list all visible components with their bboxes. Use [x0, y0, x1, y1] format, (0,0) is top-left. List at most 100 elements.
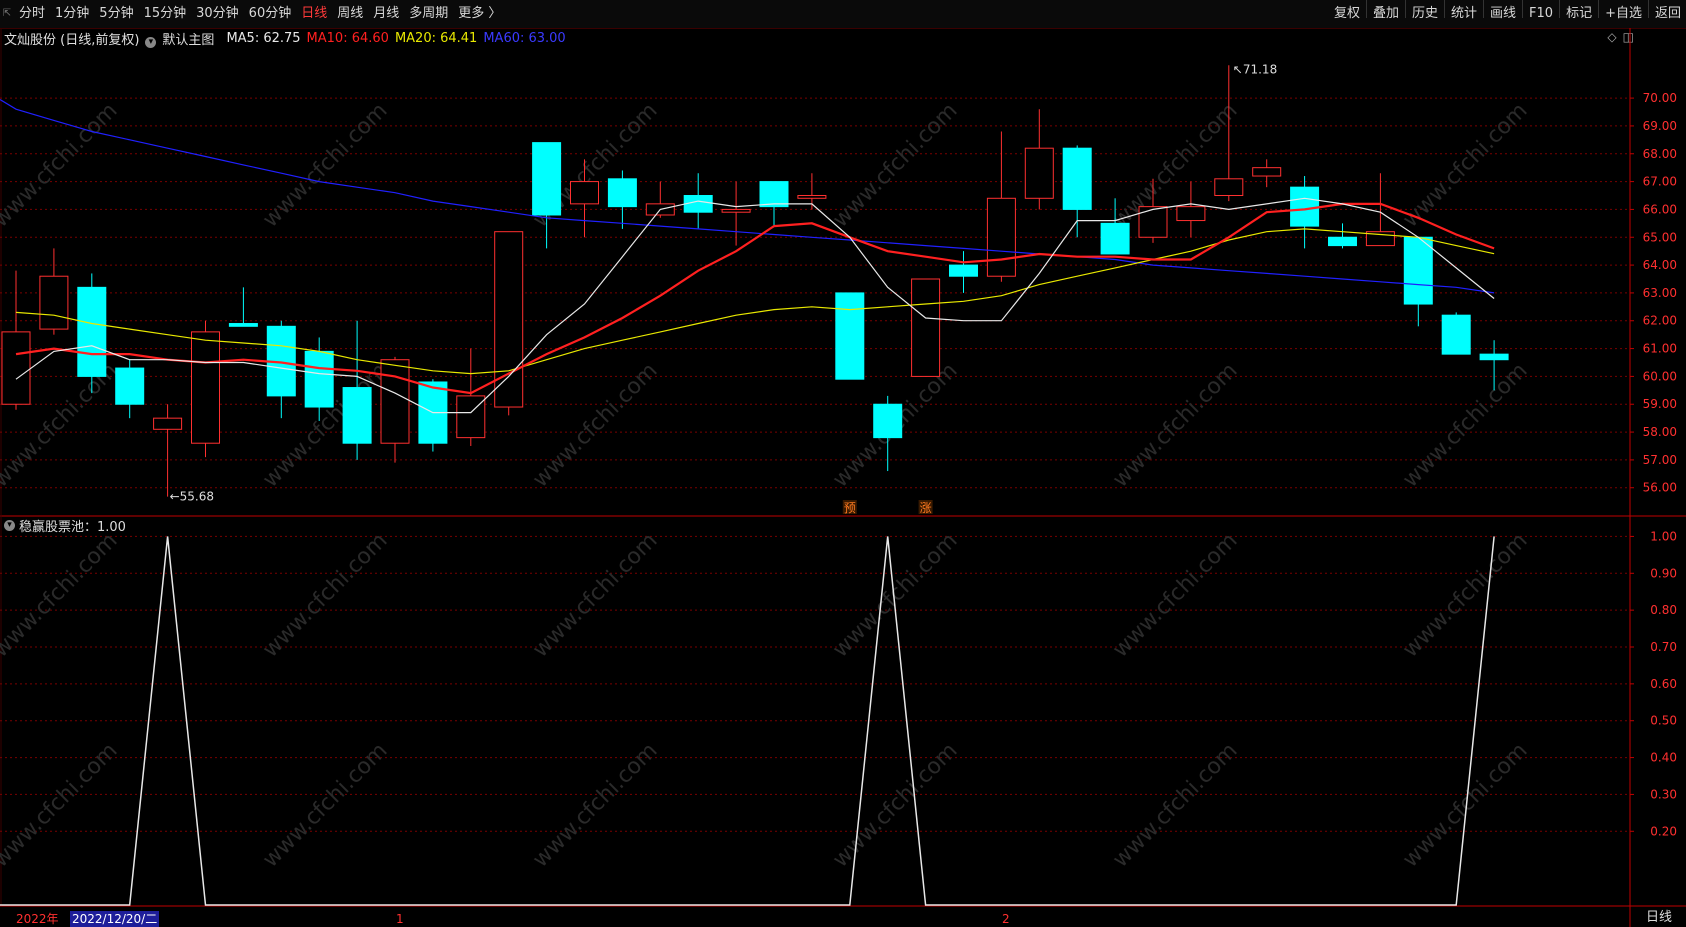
price-tick-label: 57.00	[1643, 453, 1677, 467]
watermark: www.cfchi.com	[1108, 358, 1242, 492]
candle-body	[607, 178, 637, 208]
period-tab-1[interactable]: 1分钟	[50, 0, 94, 28]
period-tab-0[interactable]: 分时	[14, 0, 50, 28]
period-tab-8[interactable]: 月线	[368, 0, 404, 28]
chart-tools-icons: ◇ ◫	[1607, 30, 1634, 44]
candle-body	[1024, 147, 1054, 199]
tools-bar: 复权 叠加 历史 统计 画线 F10 标记 +自选 返回	[1329, 0, 1686, 28]
template-label: 默认主图	[162, 32, 215, 48]
candle-body	[342, 387, 372, 444]
candle-body	[77, 286, 107, 377]
stock-name[interactable]: 文灿股份 (日线,前复权)	[4, 29, 139, 48]
price-tick-label: 64.00	[1643, 258, 1677, 272]
watermark: www.cfchi.com	[528, 98, 662, 232]
indicator-tick-label: 0.50	[1650, 714, 1677, 728]
tool-button-2[interactable]: 历史	[1407, 0, 1443, 28]
candle-body	[1290, 186, 1320, 227]
down-candle	[759, 181, 789, 227]
watermark: www.cfchi.com	[1398, 528, 1532, 662]
indicator-line	[0, 536, 1495, 906]
tool-button-1[interactable]: 叠加	[1368, 0, 1404, 28]
toolbar-separator	[1647, 0, 1649, 18]
indicator-tick-label: 0.80	[1650, 603, 1677, 617]
down-candle	[873, 395, 903, 472]
indicator-tick-label: 0.30	[1650, 787, 1677, 801]
candle-body	[1328, 236, 1357, 247]
toolbar-separator	[1559, 0, 1561, 18]
dropdown-icon[interactable]: ▾	[4, 519, 15, 531]
watermark: www.cfchi.com	[1398, 98, 1532, 232]
period-tab[interactable]: 日线	[1646, 910, 1672, 926]
tool-button-4[interactable]: 画线	[1485, 0, 1521, 28]
tool-button-8[interactable]: 返回	[1650, 0, 1686, 28]
ma20-label: MA20: 64.41	[394, 30, 478, 46]
period-tab-4[interactable]: 30分钟	[191, 0, 244, 28]
period-tab-3[interactable]: 15分钟	[139, 0, 192, 28]
candle-body	[1100, 222, 1130, 255]
period-tab-9[interactable]: 多周期	[404, 0, 453, 28]
up-candle	[1138, 178, 1168, 243]
indicator-tick-label: 0.70	[1650, 640, 1677, 654]
candle-body	[911, 278, 941, 377]
tool-button-5[interactable]: F10	[1524, 0, 1558, 28]
watermark: www.cfchi.com	[1108, 738, 1242, 872]
down-candle	[1062, 145, 1092, 238]
ma5-label: MA5: 62.75	[226, 30, 301, 46]
up-candle	[570, 159, 599, 238]
candle-body	[494, 231, 524, 408]
period-tab-2[interactable]: 5分钟	[94, 0, 138, 28]
tool-button-7[interactable]: +自选	[1600, 0, 1647, 28]
month-2-label: 2	[1002, 912, 1010, 926]
price-tick-label: 68.00	[1643, 147, 1677, 161]
up-candle	[1214, 65, 1244, 202]
candle-body	[949, 264, 978, 277]
down-candle	[77, 273, 107, 394]
window-icon[interactable]: ◫	[1623, 30, 1634, 44]
down-candle	[1479, 340, 1509, 391]
down-candle	[607, 170, 637, 229]
chart-canvas[interactable]: www.cfchi.com www.cfchi.com www.cfchi.com w…	[0, 0, 1686, 927]
candle-body	[1062, 147, 1092, 210]
indicator-tick-label: 0.90	[1650, 566, 1677, 580]
ma10-line	[15, 202, 1495, 395]
watermark: www.cfchi.com	[1108, 528, 1242, 662]
price-tick-label: 69.00	[1643, 119, 1677, 133]
watermark: www.cfchi.com	[1108, 98, 1242, 232]
period-tab-10[interactable]: 更多 〉	[453, 0, 506, 28]
up-candle	[1024, 109, 1054, 210]
top-toolbar: ⇱ 分时 1分钟 5分钟 15分钟 30分钟 60分钟 日线 周线 月线 多周期 更多 〉 复权 叠加…	[0, 0, 1686, 29]
tool-button-6[interactable]: 标记	[1561, 0, 1597, 28]
toolbar-separator	[1444, 0, 1445, 18]
tool-button-3[interactable]: 统计	[1446, 0, 1482, 28]
watermark: www.cfchi.com	[828, 98, 962, 232]
up-candle	[380, 356, 410, 463]
price-tick-label: 59.00	[1643, 397, 1677, 411]
candle-body	[304, 350, 334, 408]
watermark: www.cfchi.com	[528, 738, 662, 872]
down-candle	[115, 359, 145, 419]
candle-body	[1403, 236, 1433, 305]
up-candle	[797, 173, 827, 210]
up-candle	[1176, 181, 1206, 238]
period-tab-5[interactable]: 60分钟	[244, 0, 297, 28]
period-tab-7[interactable]: 周线	[332, 0, 368, 28]
candle-body	[1138, 206, 1168, 238]
diamond-icon[interactable]: ◇	[1607, 30, 1616, 44]
toolbar-separator	[1598, 0, 1600, 18]
template-selector[interactable]: ▾ 默认主图	[145, 29, 220, 48]
watermark: www.cfchi.com	[828, 528, 962, 662]
tool-button-0[interactable]: 复权	[1329, 0, 1365, 28]
candle-body	[456, 395, 486, 439]
period-tab-6[interactable]: 日线	[296, 0, 332, 28]
price-tick-label: 56.00	[1643, 481, 1677, 495]
down-candle	[228, 287, 258, 327]
down-candle	[1100, 198, 1130, 255]
up-candle	[494, 231, 524, 416]
candle-body	[797, 195, 827, 199]
candle-body	[418, 381, 448, 444]
collapse-icon[interactable]: ⇱	[0, 3, 14, 25]
down-candle	[418, 379, 448, 452]
candle-body	[1214, 178, 1244, 197]
up-candle	[1365, 173, 1395, 247]
toolbar-separator	[1365, 0, 1367, 18]
